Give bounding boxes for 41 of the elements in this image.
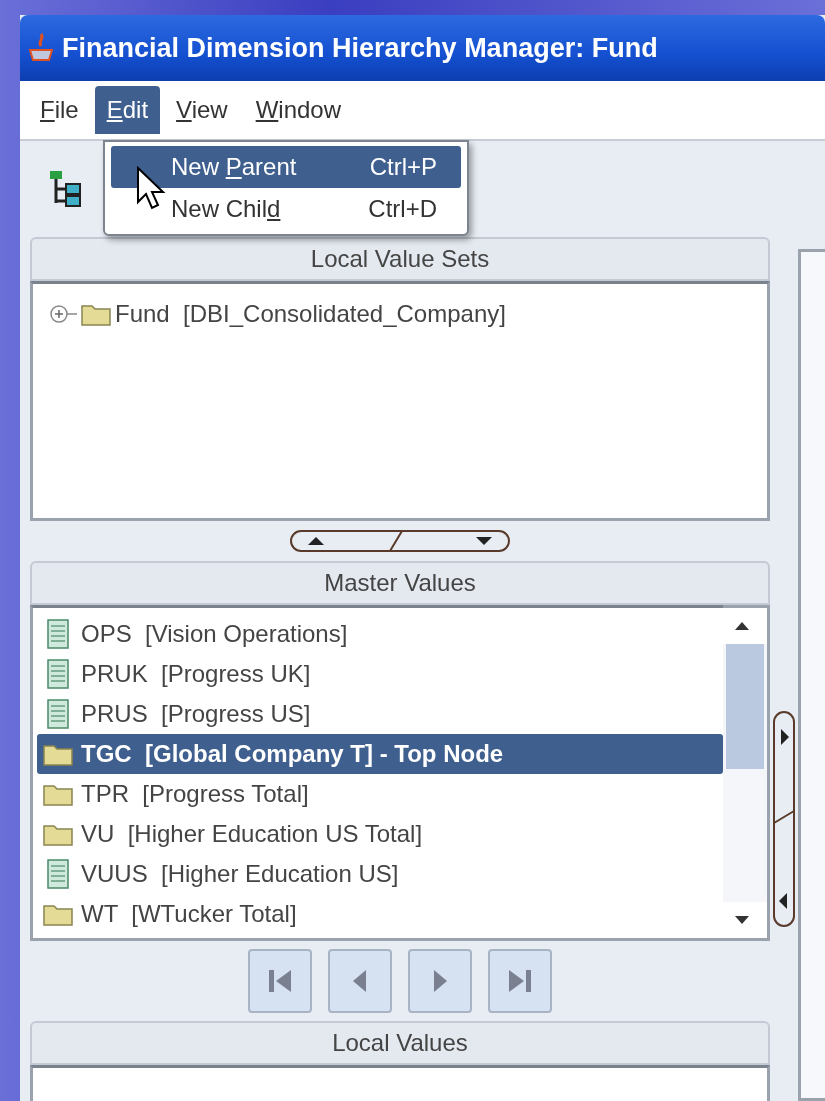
expand-icon[interactable] [49,304,77,324]
panel-header: Local Value Sets [30,237,770,281]
first-button[interactable] [248,949,312,1013]
panel-header: Local Values [30,1021,770,1065]
first-icon [267,967,293,995]
list-item[interactable]: VU [Higher Education US Total] [37,814,723,854]
folder-icon [43,782,73,806]
last-button[interactable] [488,949,552,1013]
list-item[interactable]: TPR [Progress Total] [37,774,723,814]
list-item[interactable]: OPS [Vision Operations] [37,614,723,654]
splitter-handle[interactable] [773,711,795,927]
tree-item[interactable]: Fund [DBI_Consolidated_Company] [49,294,767,334]
folder-icon [81,302,111,326]
previous-button[interactable] [328,949,392,1013]
app-icon [28,32,54,64]
menu-item[interactable]: Edit [94,86,161,134]
scrollbar[interactable] [723,605,770,941]
list-item[interactable]: PRUS [Progress US] [37,694,723,734]
menu-item[interactable]: File [28,86,91,134]
folder-icon [43,902,73,926]
menu-item[interactable]: New Parent Ctrl+P [111,146,461,188]
document-icon [47,619,69,649]
folder-icon [43,742,73,766]
list-item[interactable]: PRUK [Progress UK] [37,654,723,694]
document-icon [47,699,69,729]
next-button[interactable] [408,949,472,1013]
tree-icon[interactable] [48,169,84,209]
menu-item[interactable]: Window [243,86,354,134]
list-item[interactable]: TGC [Global Company T] - Top Node [37,734,723,774]
window-title: Financial Dimension Hierarchy Manager: Fund [62,32,658,64]
list-item[interactable]: VUUS [Higher Education US] [37,854,723,894]
menu-item[interactable]: View [164,86,240,134]
list-item[interactable]: WT [WTucker Total] [37,894,723,934]
cursor-icon [136,166,166,210]
folder-icon [43,822,73,846]
document-icon [47,859,69,889]
menu-item[interactable]: New Child Ctrl+D [111,188,461,230]
splitter-handle[interactable] [290,530,510,552]
last-icon [507,967,533,995]
panel-header: Master Values [30,561,770,605]
document-icon [47,659,69,689]
